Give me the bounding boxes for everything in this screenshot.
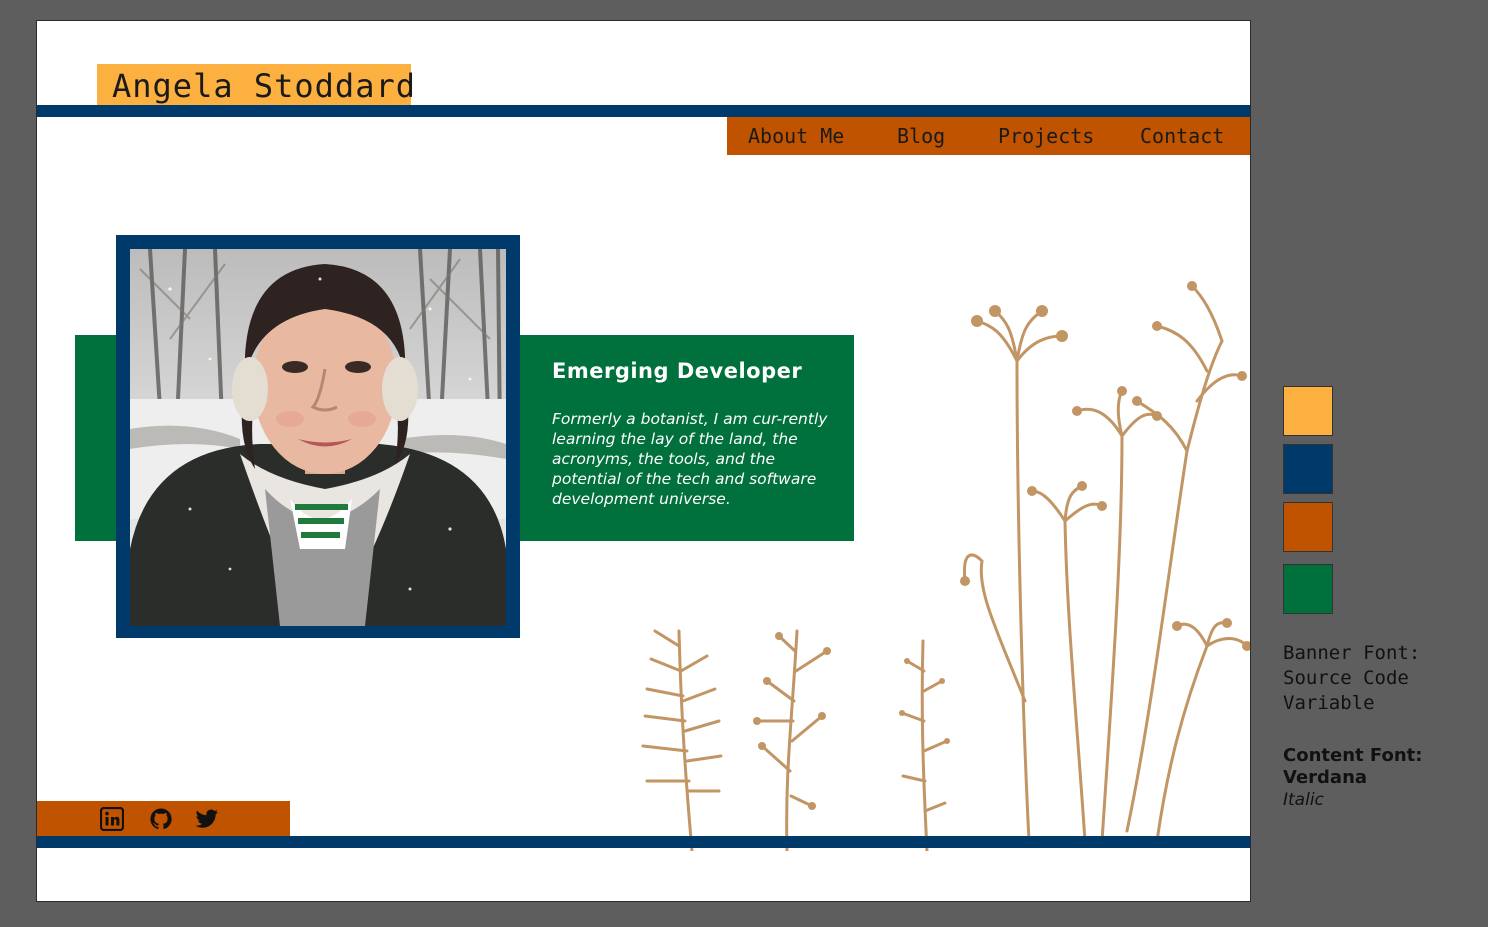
- page-mockup: Angela Stoddard About Me Blog Projects C…: [36, 20, 1251, 902]
- social-links: [37, 801, 290, 836]
- github-icon[interactable]: [149, 807, 173, 831]
- twitter-icon[interactable]: [195, 807, 219, 831]
- banner-font-note: Banner Font: Source Code Variable: [1283, 642, 1421, 714]
- profile-photo-frame: [116, 235, 520, 638]
- linkedin-icon[interactable]: [100, 807, 124, 831]
- profile-photo: [130, 249, 506, 626]
- nav-projects[interactable]: Projects: [998, 124, 1094, 148]
- footer-rule: [37, 836, 1250, 848]
- nav-about-me[interactable]: About Me: [748, 124, 844, 148]
- botanical-illustration: [641, 281, 1250, 851]
- site-title[interactable]: Angela Stoddard: [97, 64, 415, 105]
- color-swatch-green: [1283, 564, 1333, 614]
- color-swatch-navy: [1283, 444, 1333, 494]
- color-swatch-orange: [1283, 386, 1333, 436]
- content-font-note: Content Font: Verdana Italic: [1283, 745, 1488, 811]
- nav-blog[interactable]: Blog: [897, 124, 945, 148]
- main-nav: About Me Blog Projects Contact: [727, 117, 1250, 155]
- content-font-label: Content Font:: [1283, 745, 1423, 766]
- content-font-name: Verdana: [1283, 767, 1368, 788]
- nav-contact[interactable]: Contact: [1140, 124, 1224, 148]
- header-rule: [37, 105, 1250, 117]
- color-swatch-rust: [1283, 502, 1333, 552]
- content-font-style: Italic: [1283, 790, 1324, 810]
